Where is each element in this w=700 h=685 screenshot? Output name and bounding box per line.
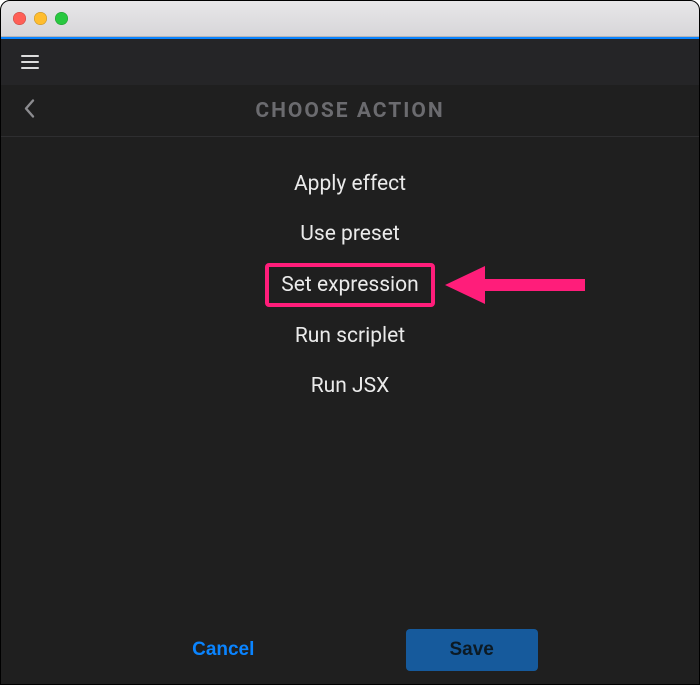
action-label: Run scriplet <box>295 324 405 348</box>
annotation-arrow-icon <box>445 260 585 310</box>
action-set-expression[interactable]: Set expression <box>265 263 434 307</box>
footer-bar: Cancel Save <box>1 624 699 684</box>
page-title: CHOOSE ACTION <box>255 99 444 123</box>
save-button[interactable]: Save <box>406 629 538 671</box>
action-list: Apply effect Use preset Set expression R… <box>1 137 699 624</box>
action-label: Run JSX <box>311 374 390 398</box>
action-label: Apply effect <box>294 172 406 196</box>
save-label: Save <box>450 639 494 660</box>
page-header: CHOOSE ACTION <box>1 85 699 137</box>
action-apply-effect[interactable]: Apply effect <box>280 163 420 205</box>
close-window-button[interactable] <box>13 12 26 25</box>
app-toolbar <box>1 39 699 85</box>
mac-titlebar <box>1 1 699 37</box>
app-window: CHOOSE ACTION Apply effect Use preset Se… <box>0 0 700 685</box>
action-run-jsx[interactable]: Run JSX <box>297 365 404 407</box>
hamburger-menu-icon[interactable] <box>19 51 41 73</box>
action-label: Set expression <box>281 273 418 297</box>
action-run-scriplet[interactable]: Run scriplet <box>281 315 419 357</box>
action-use-preset[interactable]: Use preset <box>286 213 414 255</box>
cancel-label: Cancel <box>192 639 254 660</box>
back-button[interactable] <box>23 98 35 123</box>
cancel-button[interactable]: Cancel <box>162 629 284 671</box>
zoom-window-button[interactable] <box>55 12 68 25</box>
action-label: Use preset <box>300 222 400 246</box>
minimize-window-button[interactable] <box>34 12 47 25</box>
chevron-left-icon <box>23 98 35 118</box>
